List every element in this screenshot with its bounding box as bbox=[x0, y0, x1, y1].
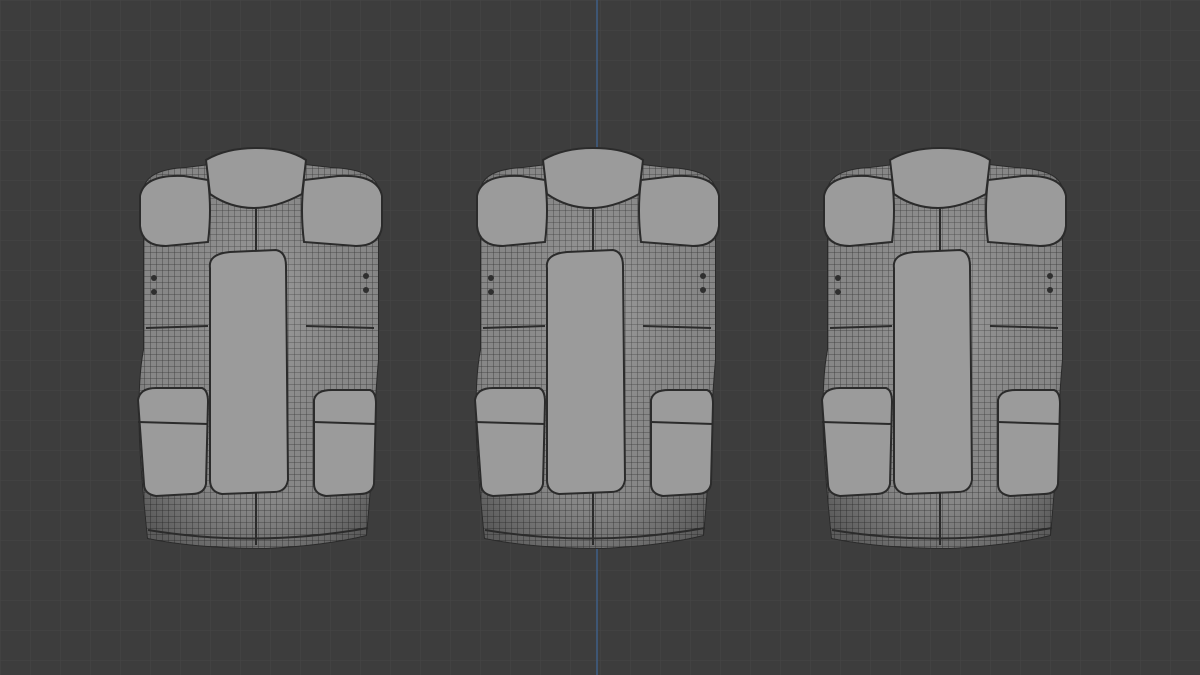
vest-mesh-center[interactable] bbox=[474, 147, 720, 549]
vest-mesh-right[interactable] bbox=[821, 147, 1067, 549]
3d-viewport[interactable] bbox=[0, 0, 1200, 675]
viewport-canvas[interactable] bbox=[0, 0, 1200, 675]
vest-mesh-left[interactable] bbox=[137, 147, 383, 549]
